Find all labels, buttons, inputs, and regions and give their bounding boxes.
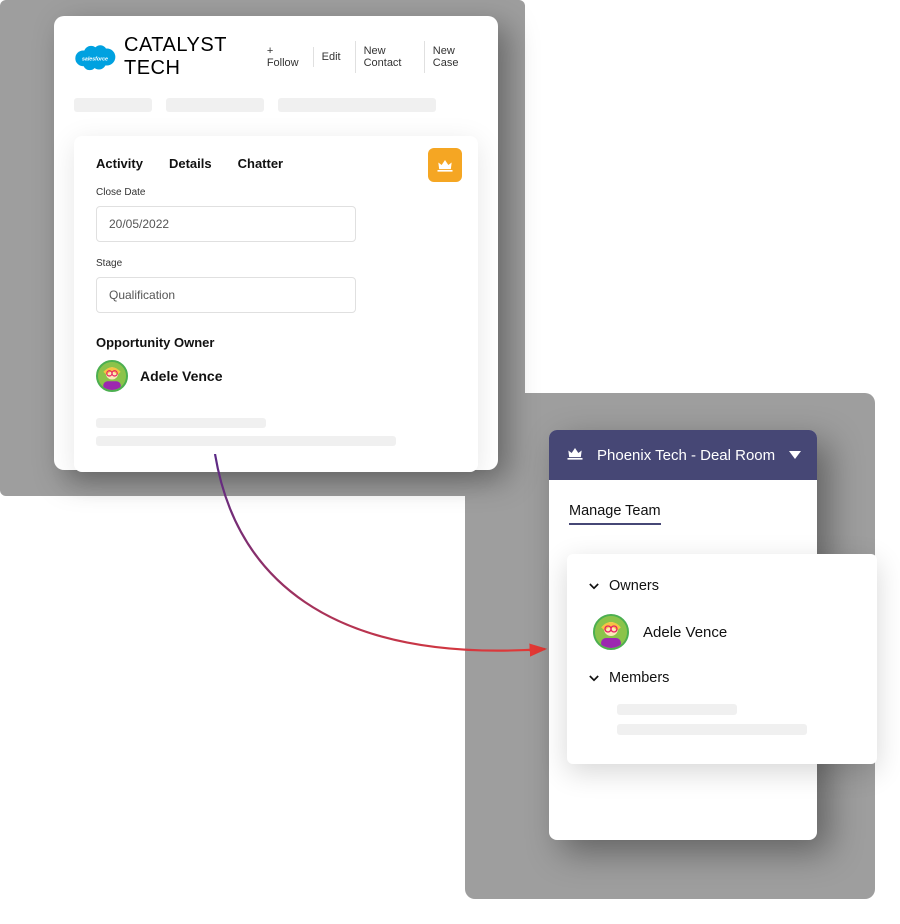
tab-manage-team[interactable]: Manage Team [569, 503, 661, 525]
close-date-input[interactable]: 20/05/2022 [96, 206, 356, 242]
members-label: Members [609, 670, 669, 686]
svg-text:salesforce: salesforce [82, 56, 108, 62]
new-contact-button[interactable]: New Contact [355, 41, 418, 73]
opportunity-owner-row: Adele Vence [96, 360, 456, 392]
opportunity-owner-label: Opportunity Owner [96, 335, 456, 350]
owners-group-header[interactable]: Owners [589, 578, 855, 594]
stage-value: Qualification [109, 288, 175, 302]
owner-avatar-icon [593, 614, 629, 650]
teams-card: Phoenix Tech - Deal Room Manage Team Own… [549, 430, 817, 840]
close-date-label: Close Date [96, 187, 456, 198]
teams-tabs-row: Manage Team [549, 480, 817, 525]
salesforce-logo-icon: salesforce [74, 42, 116, 72]
placeholder-line [617, 724, 807, 735]
follow-button[interactable]: + Follow [259, 41, 307, 73]
placeholder-pill [74, 98, 152, 112]
dropdown-caret-icon[interactable] [789, 446, 801, 464]
panel-tabs: Activity Details Chatter [96, 156, 456, 171]
salesforce-header: salesforce CATALYST TECH + Follow Edit N… [74, 34, 478, 80]
chevron-down-icon [589, 578, 599, 594]
panel-placeholder-lines [96, 418, 456, 446]
edit-button[interactable]: Edit [313, 47, 349, 67]
header-placeholder-row [74, 98, 478, 112]
owner-avatar-icon [96, 360, 128, 392]
team-owner-name: Adele Vence [643, 624, 727, 641]
owner-name: Adele Vence [140, 368, 223, 384]
opportunity-panel: Activity Details Chatter Close Date 20/0… [74, 136, 478, 472]
close-date-value: 20/05/2022 [109, 217, 169, 231]
new-case-button[interactable]: New Case [424, 41, 478, 73]
members-placeholder [617, 704, 855, 735]
crown-badge-icon[interactable] [428, 148, 462, 182]
crown-icon [565, 443, 585, 468]
teams-header[interactable]: Phoenix Tech - Deal Room [549, 430, 817, 480]
placeholder-pill [278, 98, 436, 112]
team-members-panel: Owners Adele Vence Members [567, 554, 877, 764]
tab-chatter[interactable]: Chatter [238, 156, 284, 171]
placeholder-line [96, 418, 266, 428]
placeholder-pill [166, 98, 264, 112]
tab-details[interactable]: Details [169, 156, 212, 171]
placeholder-line [96, 436, 396, 446]
account-title: CATALYST TECH [124, 34, 245, 80]
members-group-header[interactable]: Members [589, 670, 855, 686]
owners-label: Owners [609, 578, 659, 594]
teams-header-title: Phoenix Tech - Deal Room [597, 447, 777, 464]
placeholder-line [617, 704, 737, 715]
chevron-down-icon [589, 670, 599, 686]
stage-input[interactable]: Qualification [96, 277, 356, 313]
team-owner-row[interactable]: Adele Vence [593, 614, 855, 650]
tab-activity[interactable]: Activity [96, 156, 143, 171]
stage-label: Stage [96, 258, 456, 269]
salesforce-card: salesforce CATALYST TECH + Follow Edit N… [54, 16, 498, 470]
